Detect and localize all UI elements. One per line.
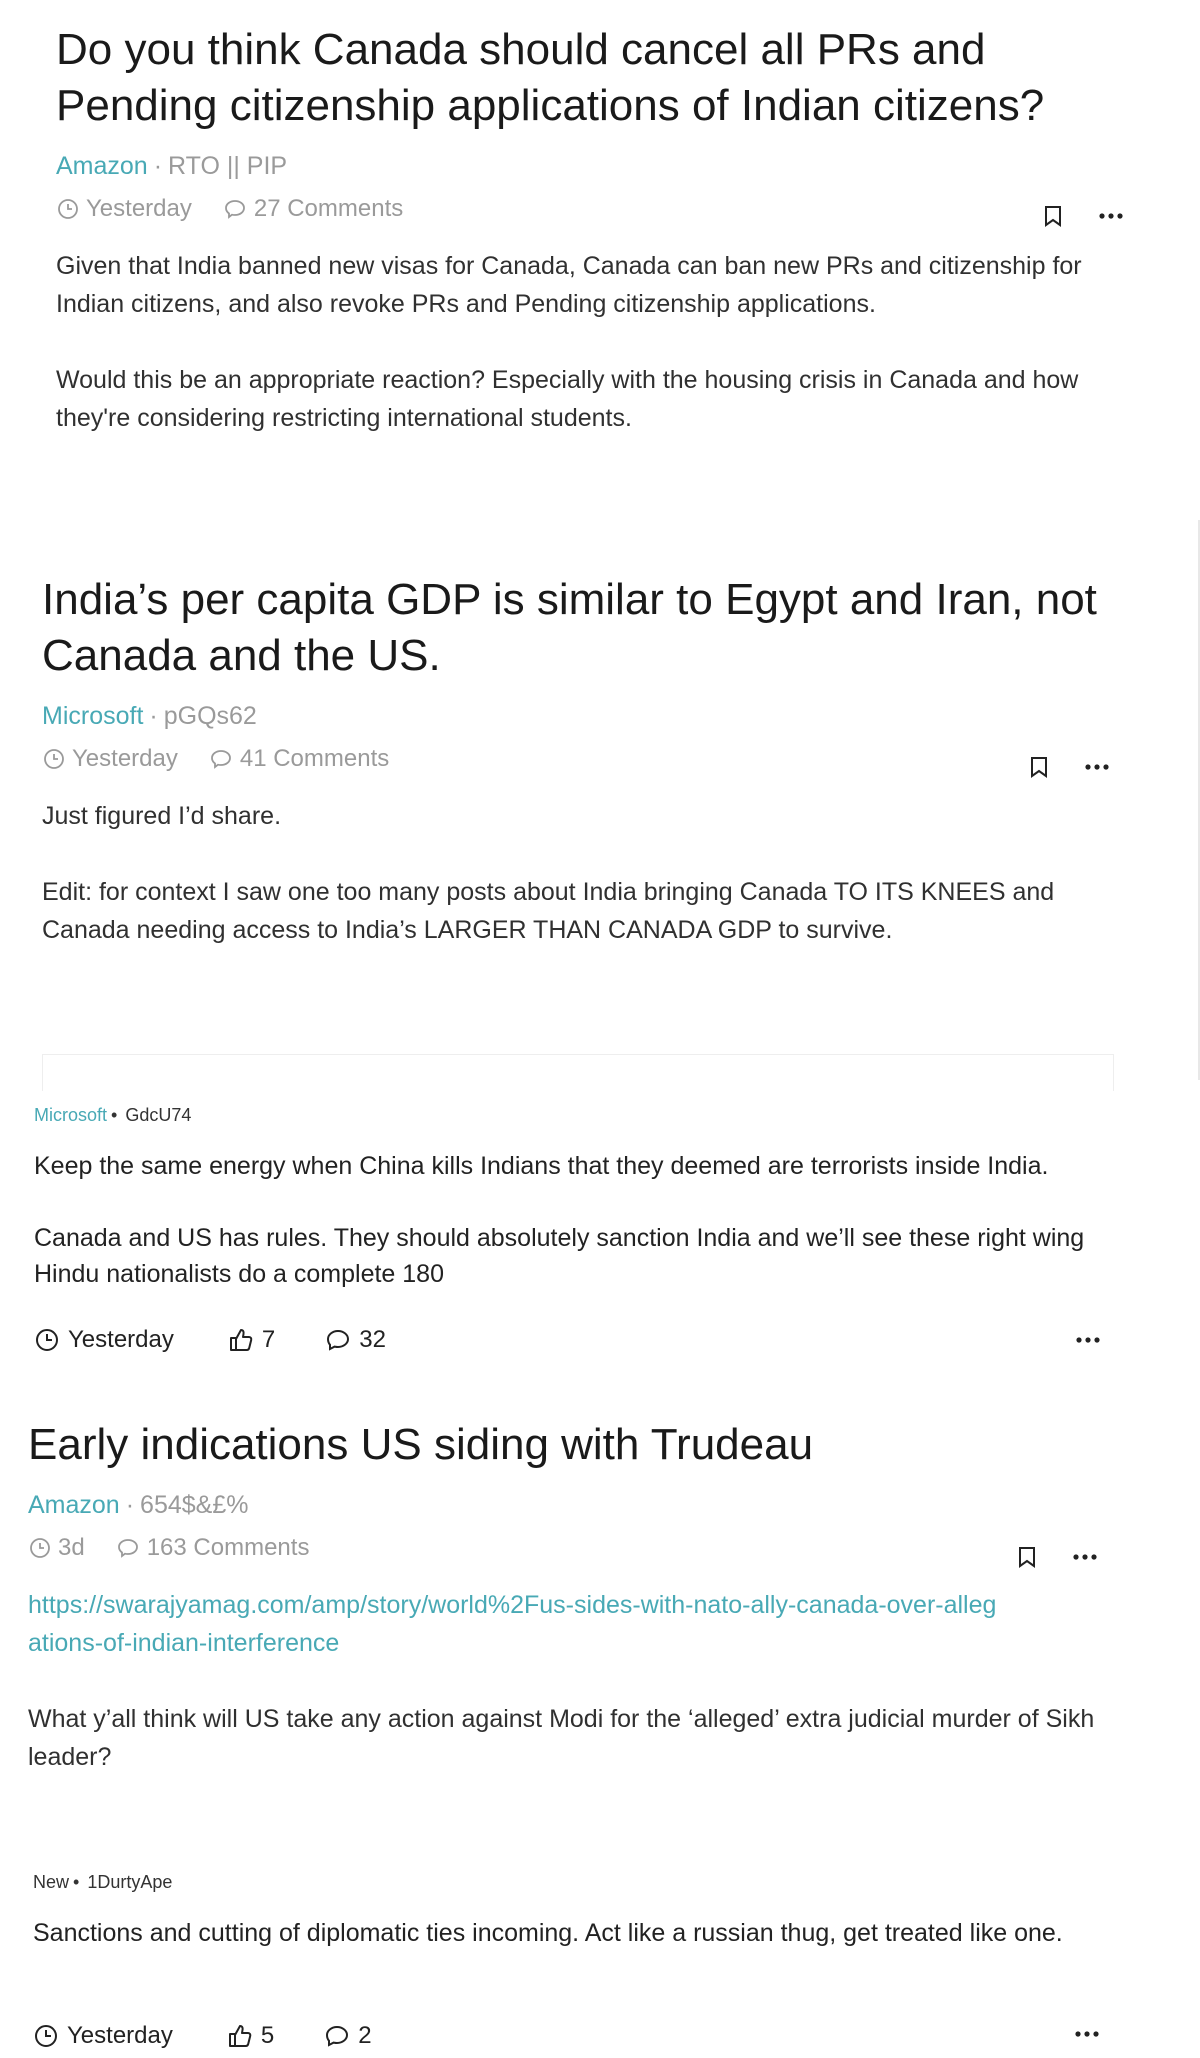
- comment-body: Sanctions and cutting of diplomatic ties…: [33, 1915, 1073, 1951]
- comment-count: 163 Comments: [146, 1534, 310, 1561]
- comment-icon: [208, 747, 234, 771]
- more-icon[interactable]: [1098, 212, 1124, 220]
- comment-paragraph: Canada and US has rules. They should abs…: [34, 1224, 1085, 1288]
- more-icon[interactable]: [1084, 763, 1110, 771]
- author-name[interactable]: 1DurtyApe: [87, 1872, 172, 1892]
- company-link[interactable]: Microsoft: [42, 702, 143, 730]
- post-body: Given that India banned new visas for Ca…: [56, 247, 1136, 437]
- comment-meta: Microsoft • GdcU74: [34, 1105, 1114, 1126]
- time-info: Yesterday: [56, 195, 192, 223]
- company-link[interactable]: Microsoft: [34, 1105, 107, 1125]
- bullet: •: [73, 1872, 80, 1892]
- post-time: Yesterday: [86, 195, 192, 222]
- comment-2: New • 1DurtyApe Sanctions and cutting of d…: [33, 1872, 1113, 1951]
- separator: ·: [153, 152, 163, 180]
- post-stats: Yesterday 27 Comments: [56, 195, 1136, 223]
- comment-meta: New • 1DurtyApe: [33, 1872, 1113, 1893]
- comment-card-border: [42, 1054, 1114, 1091]
- reply-button[interactable]: 32: [325, 1326, 386, 1354]
- clock-icon: [28, 1536, 52, 1560]
- post-1: Do you think Canada should cancel all PR…: [56, 22, 1136, 437]
- more-icon[interactable]: [1072, 1553, 1098, 1561]
- author-name[interactable]: RTO || PIP: [168, 152, 287, 180]
- comment-body: Keep the same energy when China kills In…: [34, 1148, 1114, 1292]
- comments-link[interactable]: 27 Comments: [222, 195, 403, 223]
- comment-icon: [325, 1327, 351, 1353]
- comment-1: Microsoft • GdcU74 Keep the same energy wh…: [34, 1105, 1114, 1292]
- clock-icon: [34, 1327, 60, 1353]
- comment-footer: Yesterday 5 2: [33, 2022, 372, 2050]
- post-paragraph: Edit: for context I saw one too many pos…: [42, 878, 1055, 944]
- company-link[interactable]: Amazon: [28, 1491, 120, 1519]
- reply-count: 2: [358, 2022, 372, 2049]
- post-2: India’s per capita GDP is similar to Egy…: [42, 572, 1122, 949]
- company-link[interactable]: Amazon: [56, 152, 148, 180]
- post-title[interactable]: Early indications US siding with Trudeau: [28, 1417, 1118, 1473]
- company-link[interactable]: New: [33, 1872, 69, 1892]
- more-icon[interactable]: [1074, 2030, 1100, 2038]
- comment-icon: [324, 2023, 350, 2049]
- thumbs-up-icon: [227, 2023, 253, 2049]
- post-time: Yesterday: [72, 745, 178, 772]
- post-meta: Amazon · RTO || PIP: [56, 152, 1136, 181]
- comments-link[interactable]: 163 Comments: [115, 1534, 310, 1562]
- comment-count: 41 Comments: [239, 745, 390, 772]
- bullet: •: [111, 1105, 118, 1125]
- thumbs-up-icon: [228, 1327, 254, 1353]
- post-stats: 3d 163 Comments: [28, 1534, 1118, 1562]
- like-button[interactable]: 7: [228, 1326, 275, 1354]
- post-stats: Yesterday 41 Comments: [42, 745, 1122, 773]
- post-title[interactable]: Do you think Canada should cancel all PR…: [56, 22, 1136, 134]
- post-body: What y’all think will US take any action…: [28, 1700, 1108, 1776]
- clock-icon: [42, 747, 66, 771]
- post-meta: Amazon · 654$&£%: [28, 1491, 1118, 1520]
- bookmark-icon[interactable]: [1028, 755, 1050, 779]
- comment-icon: [222, 197, 248, 221]
- post-time: 3d: [58, 1534, 85, 1561]
- comment-footer: Yesterday 7 32: [34, 1326, 386, 1354]
- separator: ·: [149, 702, 158, 730]
- author-name[interactable]: pGQs62: [164, 702, 257, 730]
- post-paragraph: What y’all think will US take any action…: [28, 1705, 1095, 1771]
- more-icon[interactable]: [1075, 1336, 1101, 1344]
- comment-icon: [115, 1536, 141, 1560]
- author-name[interactable]: 654$&£%: [140, 1491, 248, 1519]
- comments-link[interactable]: 41 Comments: [208, 745, 389, 773]
- bookmark-icon[interactable]: [1042, 204, 1064, 228]
- post-paragraph: Would this be an appropriate reaction? E…: [56, 366, 1079, 432]
- time-info: Yesterday: [34, 1326, 174, 1354]
- post-paragraph: Just figured I’d share.: [42, 802, 282, 830]
- time-info: 3d: [28, 1534, 85, 1562]
- post-title[interactable]: India’s per capita GDP is similar to Egy…: [42, 572, 1122, 684]
- time-info: Yesterday: [42, 745, 178, 773]
- reply-count: 32: [359, 1326, 386, 1353]
- post-paragraph: Given that India banned new visas for Ca…: [56, 252, 1082, 318]
- comment-paragraph: Sanctions and cutting of diplomatic ties…: [33, 1919, 1063, 1947]
- clock-icon: [56, 197, 80, 221]
- clock-icon: [33, 2023, 59, 2049]
- post-actions: [1028, 755, 1110, 779]
- post-link[interactable]: https://swarajyamag.com/amp/story/world%…: [28, 1586, 1008, 1662]
- post-actions: [1042, 204, 1124, 228]
- separator: ·: [125, 1491, 135, 1519]
- author-name[interactable]: GdcU74: [125, 1105, 191, 1125]
- comment-paragraph: Keep the same energy when China kills In…: [34, 1152, 1049, 1180]
- post-3: Early indications US siding with Trudeau…: [28, 1417, 1118, 1776]
- post-actions: [1016, 1545, 1098, 1569]
- like-count: 7: [261, 1326, 276, 1353]
- time-info: Yesterday: [33, 2022, 173, 2050]
- comment-count: 27 Comments: [253, 195, 404, 222]
- post-body: Just figured I’d share. Edit: for contex…: [42, 797, 1122, 949]
- bookmark-icon[interactable]: [1016, 1545, 1038, 1569]
- reply-button[interactable]: 2: [324, 2022, 372, 2050]
- like-count: 5: [260, 2022, 275, 2049]
- comment-time: Yesterday: [67, 2022, 173, 2049]
- post-meta: Microsoft · pGQs62: [42, 702, 1122, 731]
- comment-time: Yesterday: [68, 1326, 174, 1353]
- like-button[interactable]: 5: [227, 2022, 274, 2050]
